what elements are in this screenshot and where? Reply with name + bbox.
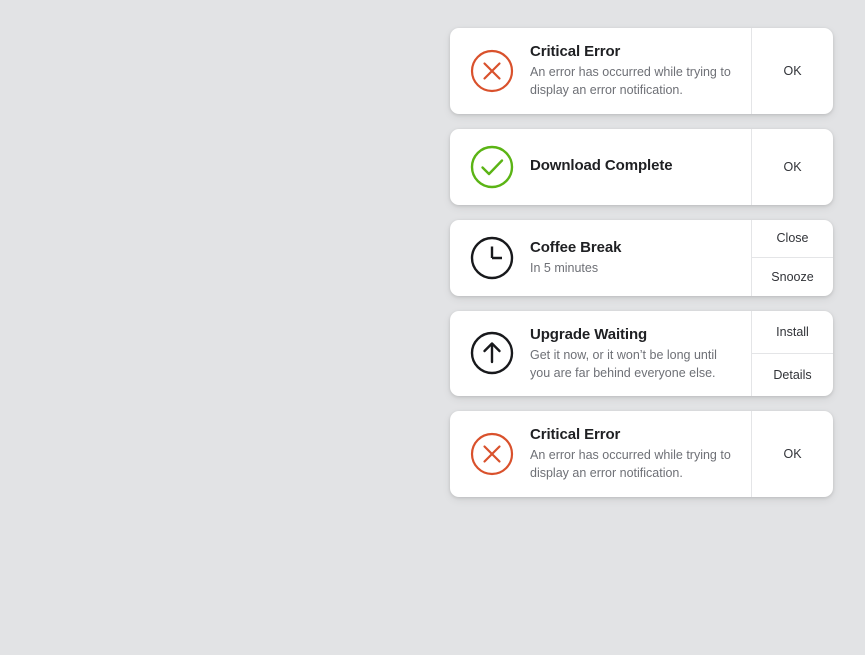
clock-icon <box>468 234 516 282</box>
notification-actions: OK <box>751 128 833 205</box>
notification-actions: OK <box>751 28 833 114</box>
install-button[interactable]: Install <box>752 311 833 353</box>
notification-message: Get it now, or it won’t be long until yo… <box>530 347 717 380</box>
notification-actions: OK <box>751 411 833 497</box>
notification-card: Upgrade Waiting Get it now, or it won’t b… <box>450 310 833 397</box>
notification-text: Upgrade Waiting Get it now, or it won’t b… <box>530 325 737 383</box>
notification-content: Coffee Break In 5 minutes <box>450 220 751 296</box>
notification-message: In 5 minutes <box>530 261 599 276</box>
error-circle-x-icon <box>468 47 516 95</box>
ok-button[interactable]: OK <box>752 411 833 497</box>
notification-message: An error has occurred while trying to di… <box>530 65 731 98</box>
notification-text: Download Complete <box>530 156 737 176</box>
notification-stack: Critical Error An error has occurred whil… <box>450 28 833 497</box>
notification-actions: Close Snooze <box>751 219 833 296</box>
notification-text: Critical Error An error has occurred whil… <box>530 42 737 100</box>
details-button[interactable]: Details <box>752 352 833 396</box>
notification-title: Critical Error <box>530 426 621 443</box>
notification-card: Critical Error An error has occurred whil… <box>450 411 833 497</box>
notification-content: Critical Error An error has occurred whil… <box>450 28 751 114</box>
notification-text: Coffee Break In 5 minutes <box>530 238 737 277</box>
notification-message: An error has occurred while trying to di… <box>530 448 731 481</box>
snooze-button[interactable]: Snooze <box>752 257 833 296</box>
notification-content: Upgrade Waiting Get it now, or it won’t b… <box>450 311 751 397</box>
error-circle-x-icon <box>468 430 516 478</box>
notification-content: Critical Error An error has occurred whil… <box>450 411 751 497</box>
close-button[interactable]: Close <box>752 220 833 258</box>
ok-button[interactable]: OK <box>752 28 833 114</box>
notification-title: Upgrade Waiting <box>530 325 648 343</box>
notification-card: Coffee Break In 5 minutes Close Snooze <box>450 219 833 296</box>
notification-text: Critical Error An error has occurred whil… <box>530 425 737 483</box>
notification-card: Critical Error An error has occurred whil… <box>450 28 833 114</box>
notification-card: Download Complete OK <box>450 128 833 205</box>
notification-title: Download Complete <box>530 157 673 175</box>
ok-button[interactable]: OK <box>752 129 833 205</box>
notification-title: Critical Error <box>530 43 621 60</box>
notification-actions: Install Details <box>751 310 833 396</box>
notification-title: Coffee Break <box>530 238 622 256</box>
notification-content: Download Complete <box>450 129 751 205</box>
upgrade-arrow-up-circle-icon <box>468 329 516 377</box>
success-circle-check-icon <box>468 143 516 191</box>
